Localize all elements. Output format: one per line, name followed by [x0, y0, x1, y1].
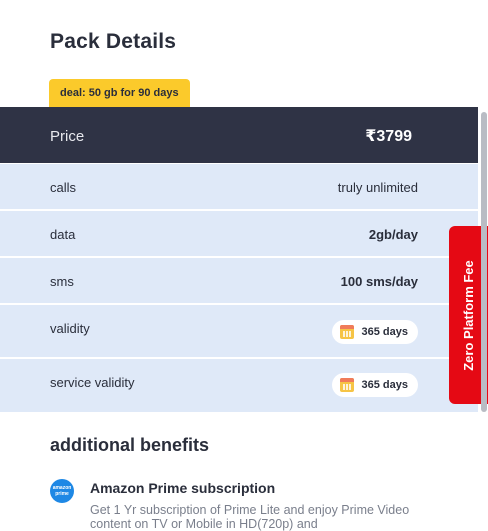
- details-list: calls truly unlimited data 2gb/day sms 1…: [0, 164, 478, 412]
- detail-label: data: [50, 227, 76, 242]
- service-validity-value: 365 days: [361, 379, 408, 391]
- price-row: Price ₹3799: [0, 107, 478, 163]
- detail-value: 100 sms/day: [340, 274, 418, 289]
- side-tab-label: Zero Platform Fee: [461, 259, 476, 371]
- benefit-title: Amazon Prime subscription: [90, 480, 276, 496]
- detail-row-data: data 2gb/day: [0, 211, 478, 258]
- validity-chip: 365 days: [331, 320, 418, 344]
- detail-label: service validity: [50, 375, 135, 390]
- prime-logo-text: amazon prime: [52, 485, 72, 497]
- detail-row-calls: calls truly unlimited: [0, 164, 478, 211]
- price-value: ₹3799: [365, 128, 412, 145]
- additional-benefits-title: additional benefits: [50, 435, 210, 455]
- detail-row-service-validity: service validity 365 days: [0, 359, 478, 412]
- deal-badge: deal: 50 gb for 90 days: [49, 79, 190, 107]
- detail-row-sms: sms 100 sms/day: [0, 258, 478, 305]
- validity-value: 365 days: [361, 326, 408, 338]
- amazon-prime-logo: amazon prime: [50, 479, 74, 503]
- detail-value: 2gb/day: [368, 227, 418, 242]
- detail-label: validity: [50, 321, 90, 336]
- scrollbar[interactable]: [481, 112, 487, 412]
- calendar-icon: [339, 325, 354, 339]
- detail-label: sms: [50, 274, 74, 289]
- detail-row-validity: validity 365 days: [0, 305, 478, 359]
- detail-value: truly unlimited: [337, 180, 418, 195]
- price-label: Price: [50, 128, 85, 145]
- page-title: Pack Details: [50, 30, 177, 53]
- calendar-icon: [339, 378, 354, 392]
- service-validity-chip: 365 days: [331, 373, 418, 397]
- detail-label: calls: [50, 180, 77, 195]
